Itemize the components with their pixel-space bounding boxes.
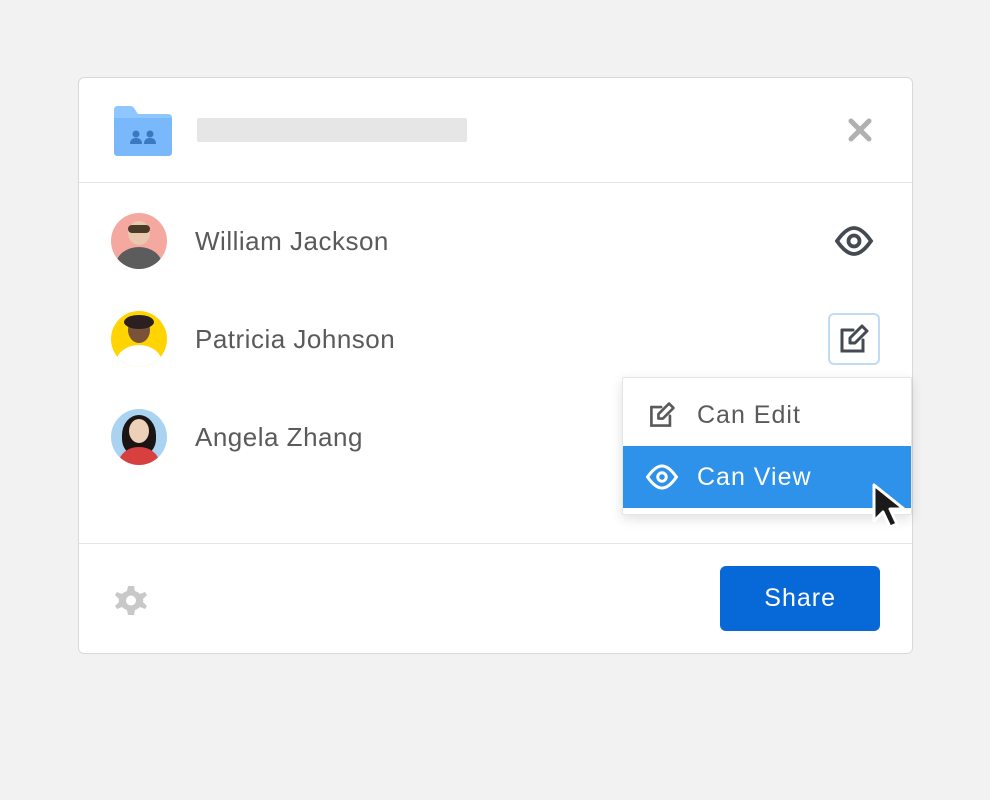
avatar xyxy=(111,409,167,465)
edit-icon xyxy=(645,398,679,432)
avatar xyxy=(111,311,167,367)
person-name: William Jackson xyxy=(195,226,800,257)
dropdown-option-label: Can View xyxy=(697,463,812,492)
person-name: Patricia Johnson xyxy=(195,324,800,355)
permission-view-button[interactable] xyxy=(828,215,880,267)
eye-icon xyxy=(834,221,874,261)
share-button[interactable]: Share xyxy=(720,566,880,631)
permission-edit-button[interactable] xyxy=(828,313,880,365)
folder-title-placeholder xyxy=(197,118,467,142)
dialog-footer: Share xyxy=(79,543,912,653)
dropdown-option-label: Can Edit xyxy=(697,401,801,430)
avatar xyxy=(111,213,167,269)
close-icon xyxy=(847,117,873,143)
dialog-header xyxy=(79,78,912,183)
eye-icon xyxy=(645,460,679,494)
dialog-body: William Jackson Patricia Johnson xyxy=(79,183,912,543)
edit-icon xyxy=(837,322,871,356)
dropdown-option-edit[interactable]: Can Edit xyxy=(623,384,911,446)
dropdown-option-view[interactable]: Can View xyxy=(623,446,911,508)
shared-folder-icon xyxy=(111,102,175,158)
share-dialog: William Jackson Patricia Johnson xyxy=(78,77,913,654)
person-row: William Jackson xyxy=(111,205,880,277)
settings-button[interactable] xyxy=(111,579,151,619)
gear-icon xyxy=(114,582,148,616)
close-button[interactable] xyxy=(840,110,880,150)
person-row: Patricia Johnson xyxy=(111,303,880,375)
permission-dropdown: Can Edit Can View xyxy=(622,377,912,515)
